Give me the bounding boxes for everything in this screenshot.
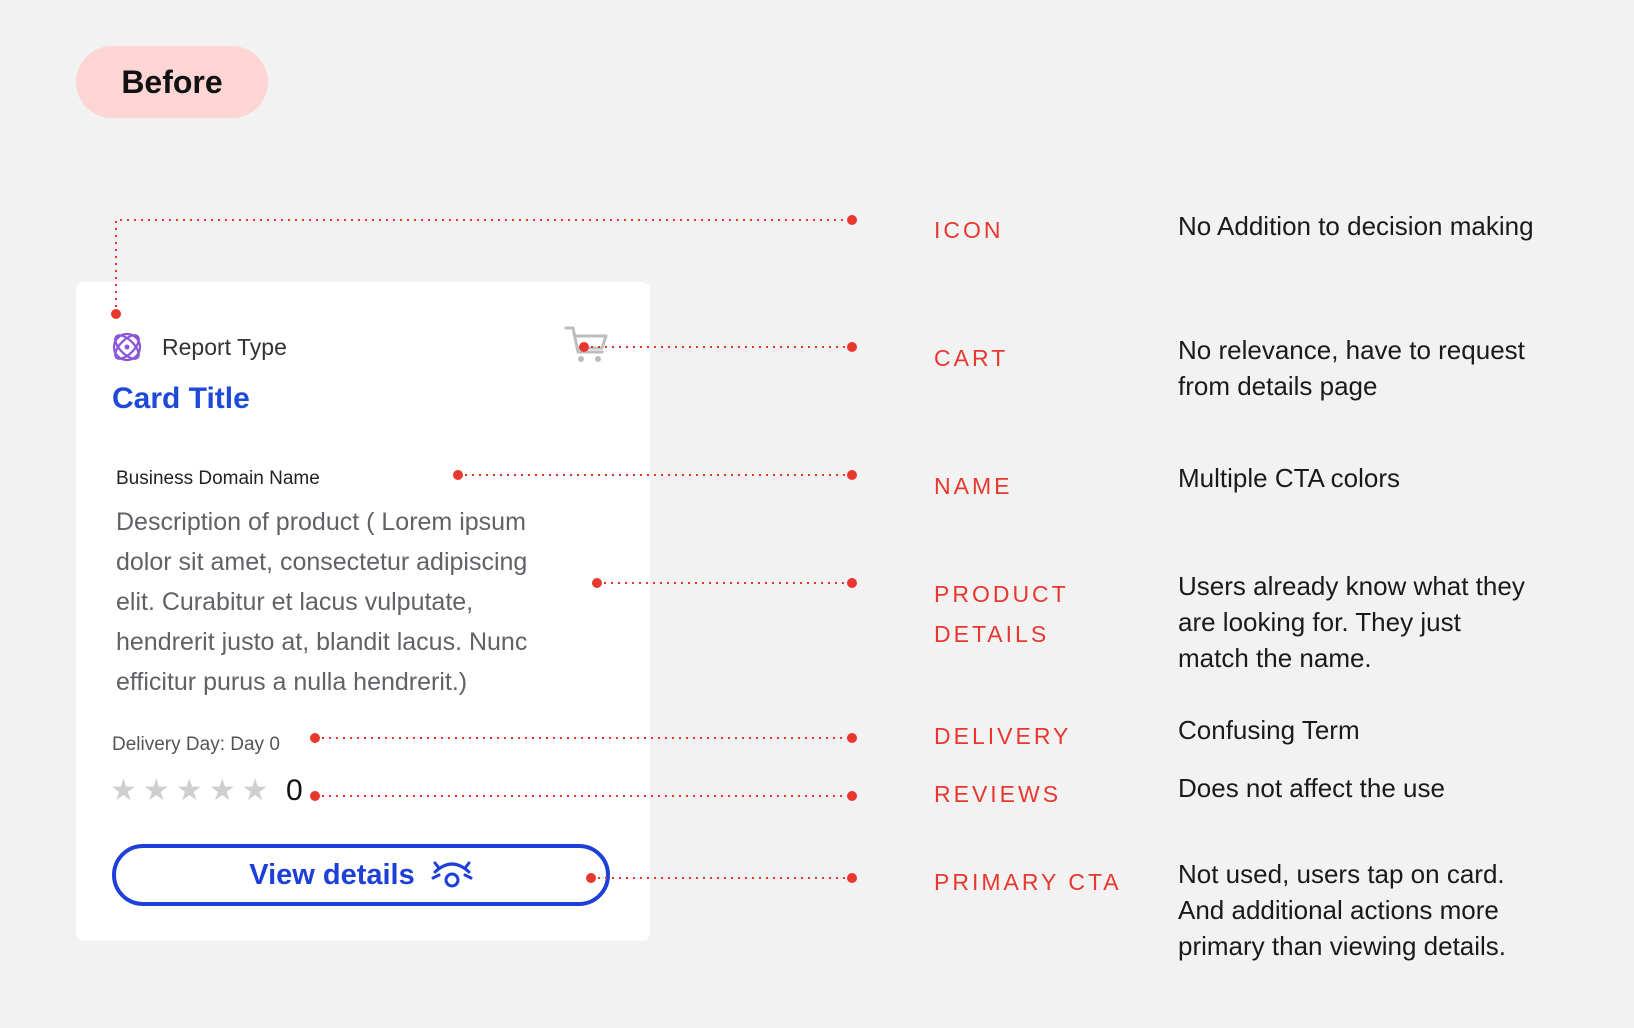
note-line: match the name.: [1178, 643, 1372, 673]
note-line: from details page: [1178, 371, 1378, 401]
annotation-note-delivery: Confusing Term: [1178, 712, 1618, 748]
label-line: NAME: [934, 473, 1013, 499]
label-line: CART: [934, 345, 1009, 371]
annotation-note-product-details: Users already know what they are looking…: [1178, 568, 1618, 676]
card-title[interactable]: Card Title: [112, 382, 250, 416]
description-line: Description of product ( Lorem ipsum: [116, 508, 526, 536]
callout-dot: [847, 470, 857, 480]
note-line: primary than viewing details.: [1178, 931, 1507, 961]
note-line: Confusing Term: [1178, 715, 1360, 745]
review-count: 0: [286, 774, 303, 807]
product-card[interactable]: Report Type Card Title Business Domain N…: [76, 282, 650, 941]
description-line: hendrerit justo at, blandit lacus. Nunc: [116, 628, 528, 656]
delivery-day: Delivery Day: Day 0: [112, 734, 280, 755]
annotation-note-primary-cta: Not used, users tap on card. And additio…: [1178, 856, 1618, 964]
atom-icon: [112, 332, 142, 362]
business-domain-name: Business Domain Name: [116, 468, 320, 489]
annotation-label-reviews: REVIEWS: [934, 774, 1061, 814]
star-icon: ★: [175, 774, 203, 807]
note-line: are looking for. They just: [1178, 607, 1461, 637]
label-line: DETAILS: [934, 621, 1050, 647]
view-details-button[interactable]: View details: [112, 844, 610, 906]
callout-dot: [847, 342, 857, 352]
annotation-note-name: Multiple CTA colors: [1178, 460, 1618, 496]
view-details-label: View details: [249, 858, 415, 891]
star-icon: ★: [241, 774, 269, 807]
description-line: efficitur purus a nulla hendrerit.): [116, 668, 468, 696]
label-line: REVIEWS: [934, 781, 1062, 807]
note-line: No Addition to decision making: [1178, 211, 1534, 241]
annotation-label-product-details: PRODUCT DETAILS: [934, 574, 1069, 654]
product-description: Description of product ( Lorem ipsum dol…: [116, 502, 576, 702]
callout-dot: [847, 215, 857, 225]
label-line: DELIVERY: [934, 723, 1072, 749]
annotation-note-cart: No relevance, have to request from detai…: [1178, 332, 1618, 404]
annotation-label-icon: ICON: [934, 210, 1004, 250]
annotation-label-cart: CART: [934, 338, 1008, 378]
description-line: dolor sit amet, consectetur adipiscing: [116, 548, 528, 576]
annotation-label-primary-cta: PRIMARY CTA: [934, 862, 1122, 902]
callout-dot: [847, 791, 857, 801]
note-line: No relevance, have to request: [1178, 335, 1525, 365]
star-icon: ★: [208, 774, 236, 807]
callout-dot: [847, 578, 857, 588]
eye-icon: [431, 861, 473, 888]
annotation-label-delivery: DELIVERY: [934, 716, 1071, 756]
note-line: Does not affect the use: [1178, 773, 1445, 803]
before-badge: Before: [76, 46, 268, 118]
report-type-label: Report Type: [162, 334, 287, 360]
cart-icon[interactable]: [564, 324, 610, 366]
label-line: PRODUCT: [934, 581, 1069, 607]
note-line: Users already know what they: [1178, 571, 1525, 601]
annotation-label-name: NAME: [934, 466, 1012, 506]
callout-dot: [847, 873, 857, 883]
star-rating: ★ ★ ★ ★ ★: [110, 776, 269, 806]
star-icon: ★: [142, 774, 170, 807]
callout-dot: [847, 733, 857, 743]
note-line: And additional actions more: [1178, 895, 1499, 925]
annotation-note-reviews: Does not affect the use: [1178, 770, 1618, 806]
note-line: Not used, users tap on card.: [1178, 859, 1505, 889]
label-line: ICON: [934, 217, 1004, 243]
annotation-note-icon: No Addition to decision making: [1178, 208, 1618, 244]
description-line: elit. Curabitur et lacus vulputate,: [116, 588, 474, 616]
label-line: PRIMARY CTA: [934, 869, 1122, 895]
note-line: Multiple CTA colors: [1178, 463, 1401, 493]
star-icon: ★: [110, 774, 137, 807]
